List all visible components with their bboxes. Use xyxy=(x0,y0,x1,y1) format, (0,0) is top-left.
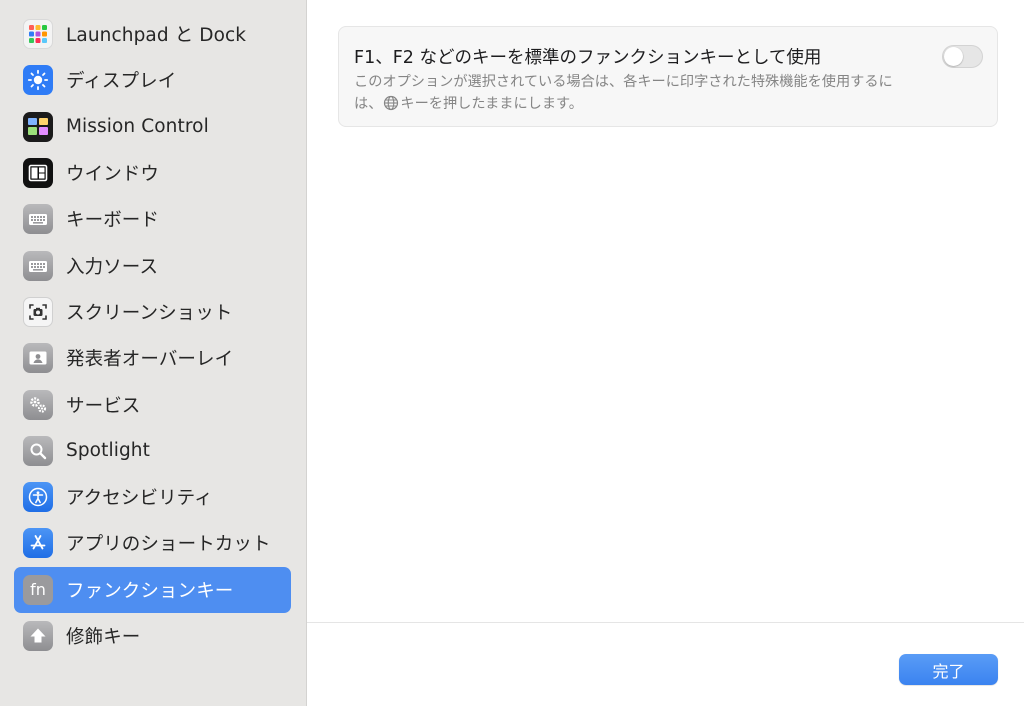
sidebar-item-label: アプリのショートカット xyxy=(66,534,271,556)
sidebar-item-label: キーボード xyxy=(66,210,160,232)
sidebar-item-app-shortcuts[interactable]: アプリのショートカット xyxy=(14,520,291,566)
screenshot-icon xyxy=(23,296,53,327)
fn-icon: fn xyxy=(23,574,53,605)
sidebar-item-label: ディスプレイ xyxy=(66,71,177,93)
sidebar-item-function-keys[interactable]: fn ファンクションキー xyxy=(14,566,291,613)
modifier-arrow-icon xyxy=(23,620,53,651)
sidebar-item-label: アクセシビリティ xyxy=(66,488,213,510)
sidebar-item-label: Spotlight xyxy=(66,440,150,462)
sidebar-item-accessibility[interactable]: アクセシビリティ xyxy=(14,474,291,520)
option-description-text: キーを押したままにします。 xyxy=(400,96,583,112)
done-button[interactable]: 完了 xyxy=(899,654,998,685)
sidebar-item-label: ファンクションキー xyxy=(66,580,234,602)
sidebar: Launchpad と Dock ディスプレイ Mission Control … xyxy=(0,0,307,706)
magnifier-icon xyxy=(23,435,53,466)
footer-divider xyxy=(307,622,1024,623)
keyboard-icon xyxy=(23,204,53,235)
sidebar-item-label: ウインドウ xyxy=(66,164,160,186)
sidebar-item-label: Launchpad と Dock xyxy=(66,25,247,47)
sidebar-item-launchpad-dock[interactable]: Launchpad と Dock xyxy=(14,11,291,57)
sidebar-item-modifier-keys[interactable]: 修飾キー xyxy=(14,613,291,659)
sidebar-item-input-sources[interactable]: 入力ソース xyxy=(14,242,291,288)
sidebar-item-mission-control[interactable]: Mission Control xyxy=(14,104,291,150)
sidebar-item-label: スクリーンショット xyxy=(66,302,233,324)
app-store-icon xyxy=(23,528,53,559)
toggle-knob xyxy=(944,47,963,66)
settings-dialog: Launchpad と Dock ディスプレイ Mission Control … xyxy=(0,0,1024,706)
sidebar-item-spotlight[interactable]: Spotlight xyxy=(14,428,291,474)
sidebar-item-display[interactable]: ディスプレイ xyxy=(14,57,291,103)
brightness-icon xyxy=(23,65,53,96)
sidebar-item-keyboard[interactable]: キーボード xyxy=(14,196,291,242)
sidebar-item-label: 修飾キー xyxy=(66,626,141,648)
globe-icon xyxy=(383,95,399,118)
option-description: このオプションが選択されている場合は、各キーに印字された特殊機能を使用するには、… xyxy=(354,71,914,118)
option-title: F1、F2 などのキーを標準のファンクションキーとして使用 xyxy=(354,48,822,68)
sidebar-item-window[interactable]: ウインドウ xyxy=(14,150,291,196)
sidebar-item-label: サービス xyxy=(66,395,141,417)
gears-icon xyxy=(23,389,53,420)
launchpad-icon xyxy=(23,19,53,50)
sidebar-item-label: 発表者オーバーレイ xyxy=(66,349,234,371)
sidebar-list: Launchpad と Dock ディスプレイ Mission Control … xyxy=(14,11,291,659)
main-panel: F1、F2 などのキーを標準のファンクションキーとして使用 このオプションが選択… xyxy=(307,0,1024,706)
mission-control-icon xyxy=(23,111,53,142)
accessibility-icon xyxy=(23,482,53,513)
sidebar-item-label: Mission Control xyxy=(66,116,209,138)
sidebar-item-screenshot[interactable]: スクリーンショット xyxy=(14,289,291,335)
function-keys-toggle[interactable] xyxy=(942,45,983,68)
sidebar-item-services[interactable]: サービス xyxy=(14,381,291,427)
sidebar-item-label: 入力ソース xyxy=(66,256,159,278)
function-keys-option: F1、F2 などのキーを標準のファンクションキーとして使用 このオプションが選択… xyxy=(338,26,998,127)
keyboard-icon xyxy=(23,250,53,281)
window-icon xyxy=(23,158,53,189)
sidebar-item-presenter-overlay[interactable]: 発表者オーバーレイ xyxy=(14,335,291,381)
presenter-icon xyxy=(23,343,53,374)
